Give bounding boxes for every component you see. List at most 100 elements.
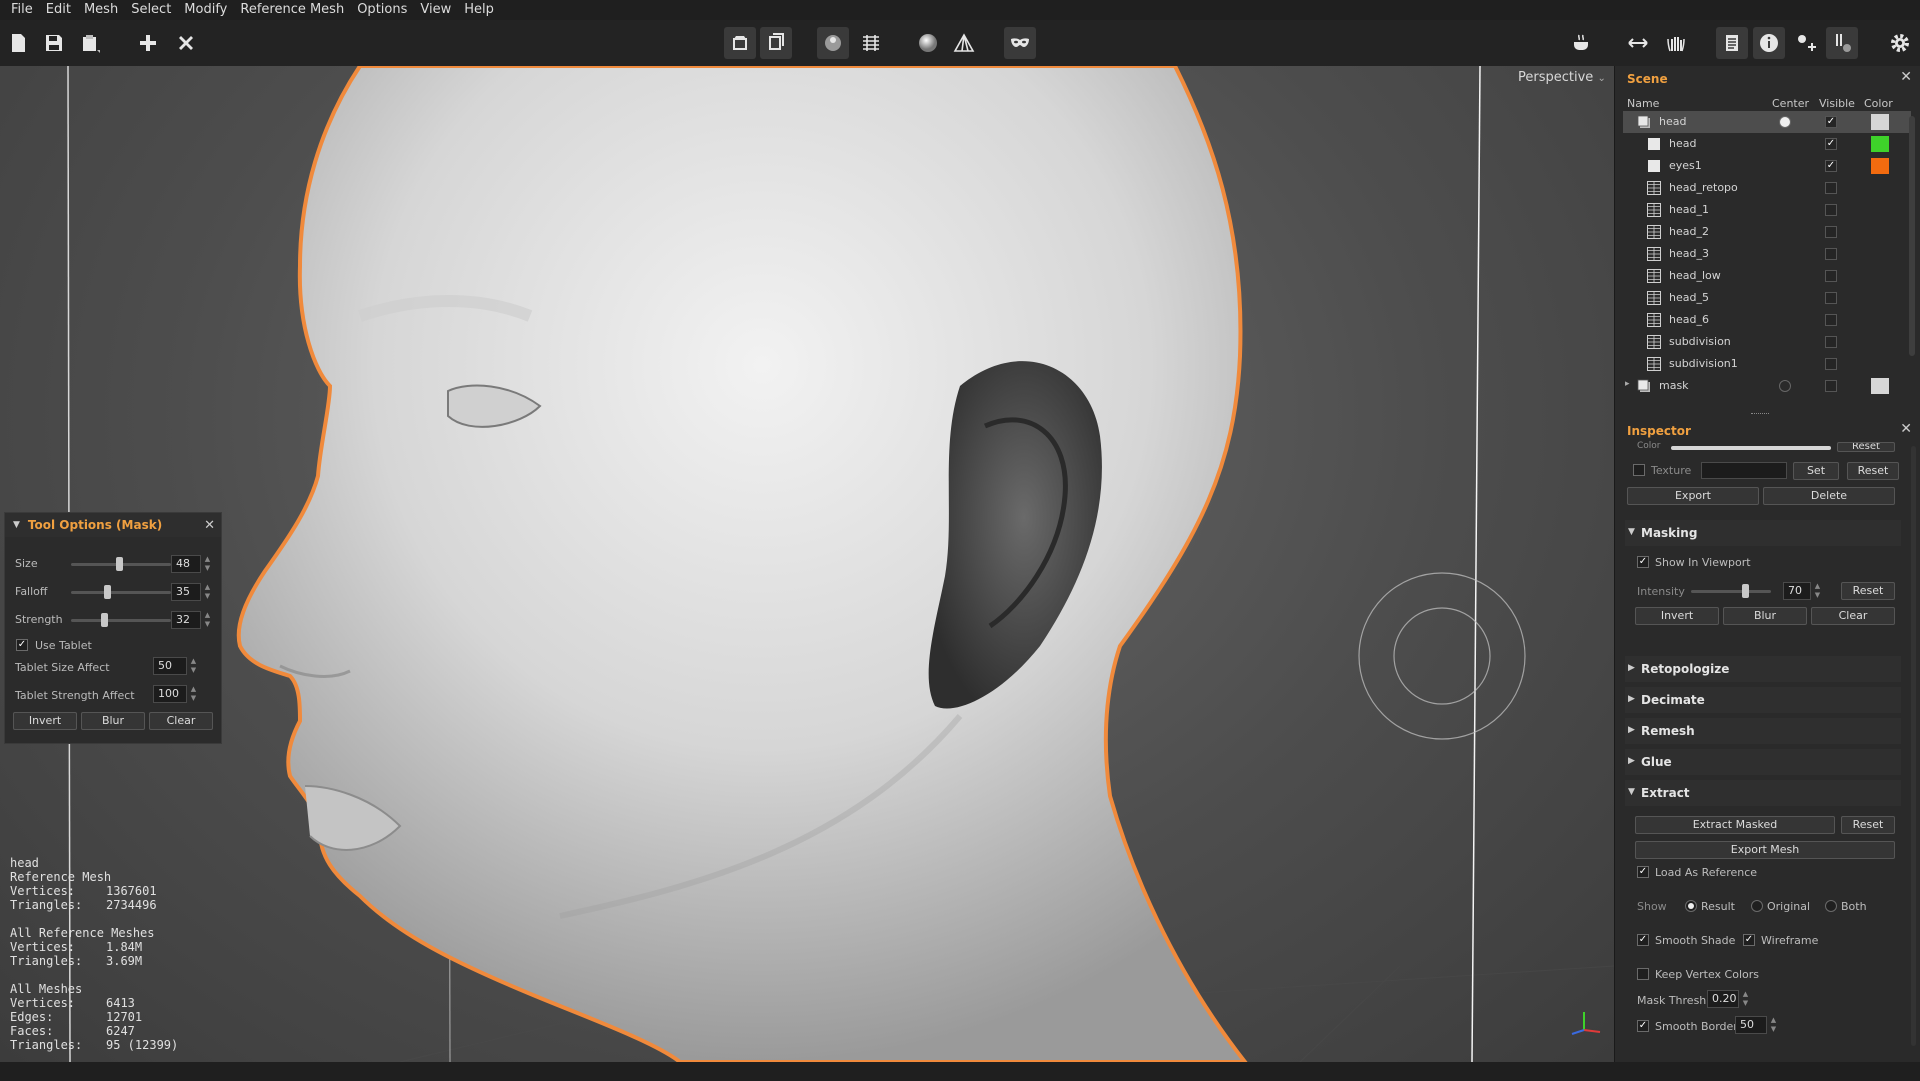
visible-checkbox[interactable]: ✓ [1825, 116, 1837, 128]
scene-row[interactable]: head_5 [1623, 287, 1911, 309]
panel-splitter[interactable] [1751, 413, 1769, 415]
texture-reset-button[interactable]: Reset [1847, 462, 1899, 480]
scene-row[interactable]: ▸ mask [1623, 375, 1911, 397]
mask-tool-button[interactable] [1004, 27, 1036, 59]
tablet-strength-stepper-icon[interactable]: ▲ ▼ [189, 685, 198, 703]
falloff-stepper-icon[interactable]: ▲ ▼ [203, 583, 212, 601]
scene-row[interactable]: head_1 [1623, 199, 1911, 221]
mask-thresh-stepper-icon[interactable]: ▲ ▼ [1741, 990, 1750, 1008]
smooth-border-stepper-icon[interactable]: ▲ ▼ [1769, 1016, 1778, 1034]
show-both-radio[interactable] [1825, 900, 1837, 912]
mask-clear-button[interactable]: Clear [1811, 607, 1895, 625]
visible-checkbox[interactable] [1825, 204, 1837, 216]
intensity-reset-button[interactable]: Reset [1841, 582, 1895, 600]
strength-stepper-icon[interactable]: ▲ ▼ [203, 611, 212, 629]
intensity-input[interactable]: 70 [1783, 582, 1811, 600]
color-swatch[interactable] [1871, 158, 1889, 174]
tablet-size-input[interactable]: 50 [153, 657, 187, 675]
layers-button[interactable] [1716, 27, 1748, 59]
wireframe-checkbox[interactable]: ✓ [1743, 934, 1755, 946]
smooth-border-checkbox[interactable]: ✓ [1637, 1020, 1649, 1032]
scene-row[interactable]: subdivision1 [1623, 353, 1911, 375]
color-reset-button[interactable]: Reset [1837, 442, 1895, 452]
strength-slider[interactable] [71, 619, 171, 622]
export-mesh-button[interactable]: Export Mesh [1635, 841, 1895, 859]
visible-checkbox[interactable] [1825, 358, 1837, 370]
show-in-viewport-checkbox[interactable]: ✓ [1637, 556, 1649, 568]
visible-checkbox[interactable]: ✓ [1825, 138, 1837, 150]
menu-view[interactable]: View [415, 0, 459, 20]
extract-section-header[interactable]: ▼ Extract [1625, 780, 1901, 806]
camera-mode-dropdown[interactable]: Perspective ⌄ [1518, 70, 1606, 85]
inspector-scrollbar[interactable] [1911, 446, 1916, 1046]
show-original-radio[interactable] [1751, 900, 1763, 912]
grid-button[interactable] [855, 27, 887, 59]
coffee-button[interactable] [1566, 27, 1598, 59]
use-tablet-checkbox[interactable]: ✓ [16, 639, 28, 651]
new-file-button[interactable] [2, 27, 34, 59]
scene-scrollbar[interactable] [1909, 116, 1915, 356]
keep-vertex-colors-checkbox[interactable] [1637, 968, 1649, 980]
menu-edit[interactable]: Edit [41, 0, 79, 20]
close-icon[interactable]: ✕ [1900, 421, 1912, 437]
delete-mesh-button[interactable]: Delete [1763, 487, 1895, 505]
info-button[interactable] [1753, 27, 1785, 59]
scene-row[interactable]: head_low [1623, 265, 1911, 287]
masking-section-header[interactable]: ▼ Masking [1625, 520, 1901, 546]
extract-masked-button[interactable]: Extract Masked [1635, 816, 1835, 834]
color-bar[interactable] [1671, 446, 1831, 450]
intensity-slider[interactable] [1691, 590, 1771, 593]
falloff-input[interactable]: 35 [171, 583, 201, 601]
load-as-reference-checkbox[interactable]: ✓ [1637, 866, 1649, 878]
scene-row[interactable]: head_retopo [1623, 177, 1911, 199]
intensity-stepper-icon[interactable]: ▲ ▼ [1813, 582, 1822, 600]
tablet-size-stepper-icon[interactable]: ▲ ▼ [189, 657, 198, 675]
strength-input[interactable]: 32 [171, 611, 201, 629]
scene-row[interactable]: head ✓ [1623, 111, 1911, 133]
texture-checkbox[interactable] [1633, 464, 1645, 476]
remesh-section-header[interactable]: ▶ Remesh [1625, 718, 1901, 744]
visible-checkbox[interactable] [1825, 380, 1837, 392]
scene-row[interactable]: head_2 [1623, 221, 1911, 243]
delete-button[interactable] [170, 27, 202, 59]
color-swatch[interactable] [1871, 114, 1889, 130]
menu-help[interactable]: Help [459, 0, 502, 20]
glue-section-header[interactable]: ▶ Glue [1625, 749, 1901, 775]
color-swatch[interactable] [1871, 378, 1889, 394]
texture-field[interactable] [1701, 462, 1787, 479]
export-button[interactable]: Export [1627, 487, 1759, 505]
mask-blur-button[interactable]: Blur [1723, 607, 1807, 625]
open-file-button[interactable] [74, 27, 106, 59]
shading-sphere-button[interactable] [912, 27, 944, 59]
menu-file[interactable]: File [6, 0, 41, 20]
scene-row[interactable]: head_6 [1623, 309, 1911, 331]
intensity-slider-knob[interactable] [1742, 584, 1750, 598]
3d-viewport[interactable]: Perspective ⌄ head Reference Mesh Vertic… [0, 66, 1614, 1062]
visible-checkbox[interactable] [1825, 270, 1837, 282]
size-slider-knob[interactable] [115, 557, 123, 571]
show-result-radio[interactable] [1685, 900, 1697, 912]
visible-checkbox[interactable] [1825, 314, 1837, 326]
visible-checkbox[interactable] [1825, 226, 1837, 238]
mask-thresh-input[interactable]: 0.20 [1707, 990, 1739, 1008]
menu-reference-mesh[interactable]: Reference Mesh [235, 0, 352, 20]
pan-hand-button[interactable] [1660, 27, 1692, 59]
transform-button[interactable] [1790, 27, 1822, 59]
wireframe-button[interactable] [948, 27, 980, 59]
menu-modify[interactable]: Modify [179, 0, 235, 20]
falloff-slider[interactable] [71, 591, 171, 594]
expand-arrow-icon[interactable]: ▸ [1625, 379, 1630, 389]
visible-checkbox[interactable] [1825, 292, 1837, 304]
smooth-shade-checkbox[interactable]: ✓ [1637, 934, 1649, 946]
visible-checkbox[interactable] [1825, 248, 1837, 260]
extract-reset-button[interactable]: Reset [1841, 816, 1895, 834]
size-input[interactable]: 48 [171, 555, 201, 573]
cube-view-button[interactable] [760, 27, 792, 59]
tool-options-header[interactable]: ▼ Tool Options (Mask) ✕ [5, 513, 221, 537]
size-stepper-icon[interactable]: ▲ ▼ [203, 555, 212, 573]
scene-row[interactable]: head ✓ [1623, 133, 1911, 155]
mask-invert-button[interactable]: Invert [1635, 607, 1719, 625]
menu-mesh[interactable]: Mesh [79, 0, 126, 20]
scene-row[interactable]: head_3 [1623, 243, 1911, 265]
visible-checkbox[interactable] [1825, 182, 1837, 194]
